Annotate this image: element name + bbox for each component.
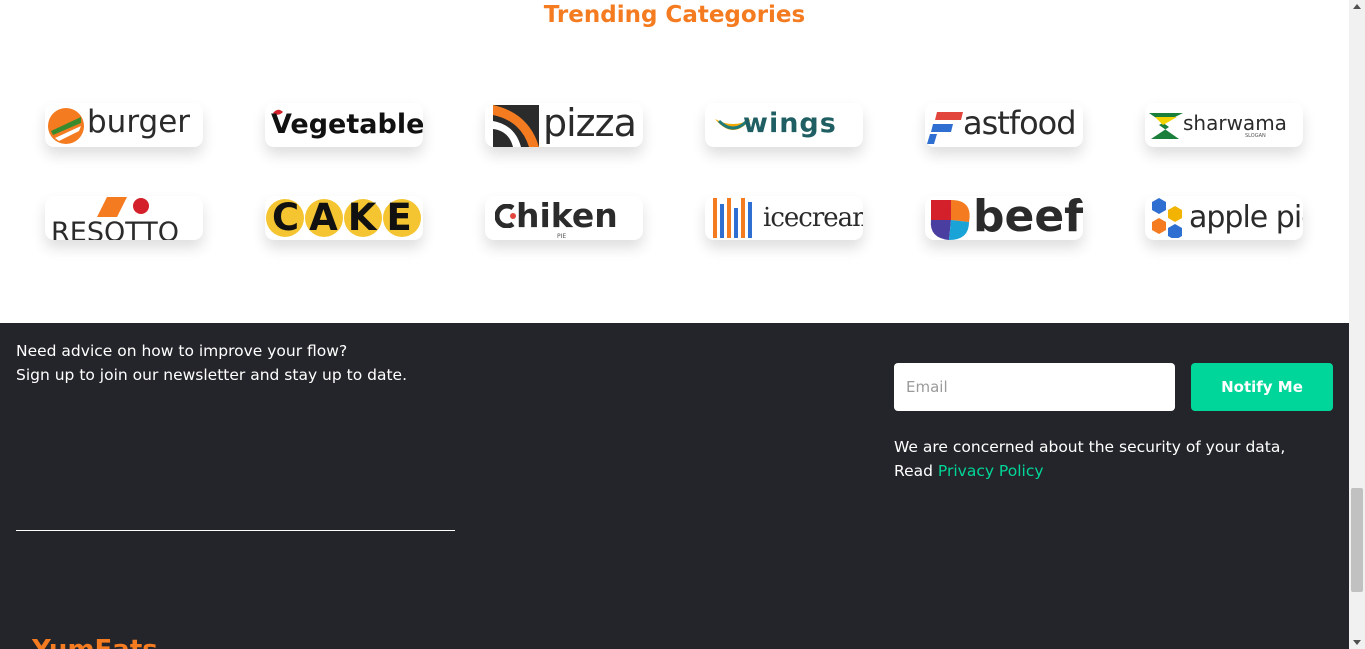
sharwama-logo-icon <box>1149 113 1183 139</box>
category-label: sharwama <box>1183 111 1287 135</box>
newsletter-footer: Need advice on how to improve your flow?… <box>0 323 1349 649</box>
category-label: pizza <box>543 103 637 145</box>
category-sharwama[interactable]: sharwama SLOGAN <box>1145 103 1303 147</box>
fastfood-logo-icon <box>927 112 963 144</box>
brand-logo[interactable]: YumEats <box>32 635 158 649</box>
category-label: CAKE <box>272 196 422 239</box>
category-cake[interactable]: CAKE <box>265 196 423 240</box>
category-label: RESOTTO <box>51 217 179 240</box>
chiken-logo-icon <box>495 204 516 228</box>
email-input[interactable] <box>894 363 1175 411</box>
category-resotto[interactable]: RESOTTO <box>45 196 203 240</box>
icecream-logo-icon <box>713 198 752 238</box>
category-label: burger <box>87 104 191 140</box>
read-text: Read <box>894 462 933 480</box>
vertical-scrollbar[interactable] <box>1349 0 1365 649</box>
newsletter-line-2: Sign up to join our newsletter and stay … <box>16 366 408 384</box>
security-note: We are concerned about the security of y… <box>894 435 1324 483</box>
category-wings[interactable]: wings <box>705 103 863 147</box>
newsletter-description: Need advice on how to improve your flow?… <box>16 339 407 387</box>
category-vegetable[interactable]: Vegetable <box>265 103 423 147</box>
category-chiken[interactable]: hiken PIE <box>485 196 643 240</box>
category-burger[interactable]: burger <box>45 103 203 147</box>
category-pizza[interactable]: pizza <box>485 103 643 147</box>
category-beef[interactable]: beef <box>925 196 1083 240</box>
page: Trending Categories burger Vegetable piz… <box>0 0 1349 649</box>
category-label: astfood <box>963 104 1077 142</box>
scroll-up-icon[interactable] <box>1353 4 1361 9</box>
trending-categories-section: Trending Categories burger Vegetable piz… <box>0 0 1349 323</box>
category-icecream[interactable]: icecream <box>705 196 863 240</box>
scrollbar-thumb[interactable] <box>1351 488 1363 592</box>
category-sublabel: SLOGAN <box>1245 133 1266 139</box>
notify-me-button[interactable]: Notify Me <box>1191 363 1333 411</box>
footer-divider <box>16 530 455 531</box>
category-apple-pie[interactable]: apple pie <box>1145 196 1303 240</box>
category-label: apple pie <box>1189 200 1303 235</box>
category-fastfood[interactable]: astfood <box>925 103 1083 147</box>
security-text: We are concerned about the security of y… <box>894 438 1286 456</box>
category-sublabel: PIE <box>557 233 567 240</box>
beef-logo-icon <box>930 200 970 240</box>
category-label: wings <box>743 108 837 139</box>
privacy-policy-link[interactable]: Privacy Policy <box>938 462 1044 480</box>
resotto-logo-icon <box>97 197 149 217</box>
newsletter-line-1: Need advice on how to improve your flow? <box>16 342 348 360</box>
section-title: Trending Categories <box>543 2 806 28</box>
category-label: hiken <box>516 196 618 235</box>
category-label: Vegetable <box>271 109 423 140</box>
burger-logo-icon <box>48 108 84 144</box>
apple-pie-logo-icon <box>1152 198 1182 238</box>
scroll-down-icon[interactable] <box>1353 640 1361 645</box>
pizza-logo-icon <box>493 105 539 147</box>
category-label: beef <box>973 196 1083 240</box>
category-label: icecream <box>763 203 863 233</box>
